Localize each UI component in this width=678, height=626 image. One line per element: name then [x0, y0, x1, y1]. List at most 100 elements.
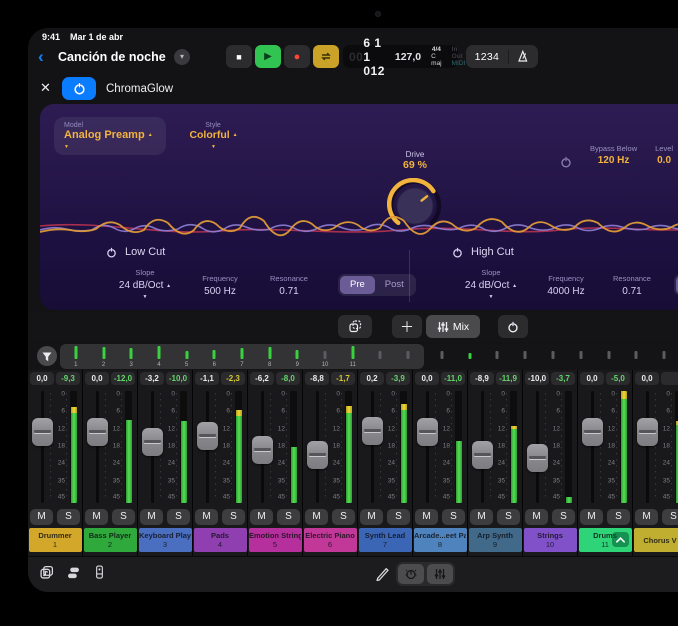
volume-value[interactable]: -8,8: [305, 372, 329, 385]
post-option[interactable]: Post: [375, 276, 414, 294]
overview-channel-tick[interactable]: [595, 344, 623, 369]
tracks-stack-icon[interactable]: [67, 566, 80, 579]
volume-value[interactable]: -3,2: [140, 372, 164, 385]
bypass-power-icon[interactable]: [560, 156, 572, 168]
mute-button[interactable]: M: [360, 509, 383, 525]
fader-cap[interactable]: [582, 418, 603, 446]
channel-name-chip[interactable]: Electric Piano6: [304, 528, 357, 552]
solo-button[interactable]: S: [57, 509, 80, 525]
overview-channel-tick[interactable]: 3: [117, 344, 145, 369]
channel-name-chip[interactable]: Drums11: [579, 528, 632, 552]
record-button[interactable]: ●: [284, 45, 310, 68]
mute-button[interactable]: M: [525, 509, 548, 525]
mixer-power-button[interactable]: [498, 315, 528, 338]
channel-name-chip[interactable]: Chorus V: [634, 528, 678, 552]
fader-track[interactable]: [96, 391, 99, 503]
mute-button[interactable]: M: [470, 509, 493, 525]
solo-button[interactable]: S: [442, 509, 465, 525]
volume-value[interactable]: 0,0: [30, 372, 54, 385]
solo-button[interactable]: S: [277, 509, 300, 525]
fader-track[interactable]: [371, 391, 374, 503]
volume-value[interactable]: -6,2: [250, 372, 274, 385]
channel-name-chip[interactable]: Drummer1: [29, 528, 82, 552]
solo-button[interactable]: S: [662, 509, 678, 525]
mute-button[interactable]: M: [85, 509, 108, 525]
solo-button[interactable]: S: [167, 509, 190, 525]
faders-view-button[interactable]: [427, 564, 453, 584]
song-title[interactable]: Canción de noche: [58, 50, 166, 64]
overview-channel-tick[interactable]: 11: [339, 344, 367, 369]
channel-name-chip[interactable]: Arp Synth9: [469, 528, 522, 552]
solo-button[interactable]: S: [552, 509, 575, 525]
volume-value[interactable]: -1,1: [195, 372, 219, 385]
low-cut-frequency[interactable]: Frequency 500 Hz: [184, 274, 256, 297]
overview-channel-tick[interactable]: [484, 344, 512, 369]
channel-name-chip[interactable]: Strings10: [524, 528, 577, 552]
overview-channel-tick[interactable]: 8: [256, 344, 284, 369]
fader-track[interactable]: [591, 391, 594, 503]
overview-channel-tick[interactable]: 1: [62, 344, 90, 369]
add-button[interactable]: ＋: [392, 315, 422, 338]
fader-cap[interactable]: [307, 441, 328, 469]
overview-channel-tick[interactable]: 5: [173, 344, 201, 369]
bypass-below-field[interactable]: Bypass Below 120 Hz: [590, 144, 637, 166]
fader-cap[interactable]: [197, 422, 218, 450]
overview-channel-tick[interactable]: [367, 344, 395, 369]
solo-button[interactable]: S: [497, 509, 520, 525]
mute-button[interactable]: M: [250, 509, 273, 525]
fader-track[interactable]: [646, 391, 649, 503]
overview-channel-tick[interactable]: [511, 344, 539, 369]
model-select[interactable]: Model Analog Preamp ▲▼: [54, 117, 166, 155]
fader-cap[interactable]: [32, 418, 53, 446]
volume-value[interactable]: -8,9: [470, 372, 494, 385]
overview-channel-tick[interactable]: 10: [311, 344, 339, 369]
fader-cap[interactable]: [142, 428, 163, 456]
mix-button[interactable]: Mix: [426, 315, 480, 338]
volume-value[interactable]: 0,0: [415, 372, 439, 385]
close-icon[interactable]: ✕: [40, 80, 51, 96]
overview-channel-tick[interactable]: [650, 344, 678, 369]
duplicate-button[interactable]: [338, 315, 372, 338]
fader-cap[interactable]: [252, 436, 273, 464]
mute-button[interactable]: M: [415, 509, 438, 525]
overview-channel-tick[interactable]: [539, 344, 567, 369]
pre-option[interactable]: Pre: [340, 276, 375, 294]
fader-cap[interactable]: [87, 418, 108, 446]
mute-button[interactable]: M: [195, 509, 218, 525]
high-cut-resonance[interactable]: Resonance 0.71: [602, 274, 662, 297]
fader-cap[interactable]: [527, 444, 548, 472]
channel-name-chip[interactable]: Synth Lead7: [359, 528, 412, 552]
channel-name-chip[interactable]: Keyboard Player3: [139, 528, 192, 552]
overview-channel-tick[interactable]: [567, 344, 595, 369]
metronome-icon[interactable]: [517, 50, 529, 63]
channel-name-chip[interactable]: Bass Player2: [84, 528, 137, 552]
fader-cap[interactable]: [417, 418, 438, 446]
volume-value[interactable]: -10,0: [525, 372, 549, 385]
pencil-icon[interactable]: [376, 566, 390, 581]
fader-track[interactable]: [41, 391, 44, 503]
solo-button[interactable]: S: [332, 509, 355, 525]
back-chevron-icon[interactable]: ‹: [38, 45, 44, 69]
filter-button[interactable]: [37, 346, 57, 366]
mute-button[interactable]: M: [580, 509, 603, 525]
overview-channel-tick[interactable]: [622, 344, 650, 369]
solo-button[interactable]: S: [607, 509, 630, 525]
controls-view-button[interactable]: [398, 564, 424, 584]
low-cut-resonance[interactable]: Resonance 0.71: [256, 274, 322, 297]
high-cut-power-icon[interactable]: [452, 247, 463, 258]
loops-browser-icon[interactable]: [40, 565, 54, 579]
channel-name-chip[interactable]: Arcade...eet Pad8: [414, 528, 467, 552]
fader-cap[interactable]: [472, 441, 493, 469]
channel-name-chip[interactable]: Emotion Strings5: [249, 528, 302, 552]
solo-button[interactable]: S: [112, 509, 135, 525]
level-field[interactable]: Level 0.0: [655, 144, 673, 166]
style-select[interactable]: Style Colorful ▲▼: [168, 122, 258, 153]
channel-strip-icon[interactable]: [93, 565, 106, 579]
overview-channel-tick[interactable]: 4: [145, 344, 173, 369]
overview-channel-tick[interactable]: [428, 344, 456, 369]
overview-channel-tick[interactable]: [456, 344, 484, 369]
solo-button[interactable]: S: [222, 509, 245, 525]
title-chevron-down-icon[interactable]: ▾: [174, 49, 190, 65]
low-cut-power-icon[interactable]: [106, 247, 117, 258]
high-cut-frequency[interactable]: Frequency 4000 Hz: [530, 274, 602, 297]
